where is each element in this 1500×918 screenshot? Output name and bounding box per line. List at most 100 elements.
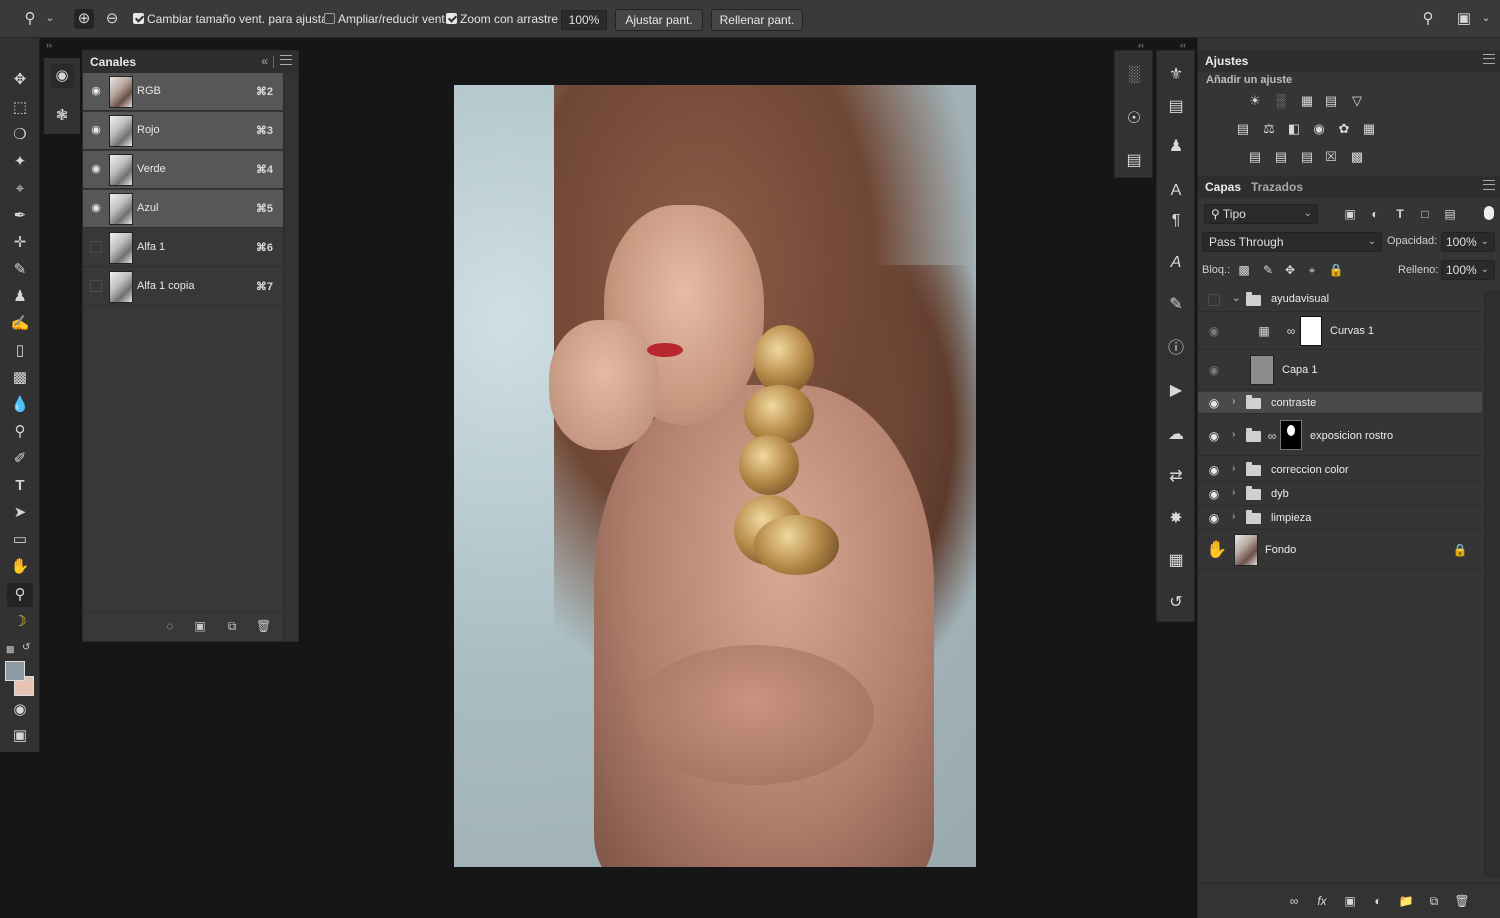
visibility-eye-icon[interactable]: ◉ [1206,487,1222,501]
posterize-icon[interactable]: ▤ [1272,149,1290,165]
libraries-icon[interactable]: ☁ [1164,423,1188,447]
layer-row-correccion-color[interactable]: ◉ › correccion color [1198,458,1482,482]
zoom-all-windows-checkbox[interactable] [324,13,335,24]
filter-smart-object-icon[interactable]: ▤ [1442,206,1458,222]
brush-tool-icon[interactable]: ✎ [7,258,33,282]
dock-collapse-icon[interactable]: ‹‹ [1138,40,1144,50]
screen-mode-icon[interactable]: ▣ [7,724,33,748]
black-white-icon[interactable]: ◧ [1285,121,1303,137]
zoom-percent-field[interactable]: 100% [561,10,607,30]
layer-row-curvas1[interactable]: ◉ ▦ ∞ Curvas 1 [1198,312,1482,350]
crop-tool-icon[interactable]: ⌖ [7,177,33,201]
banana-icon[interactable]: ☽ [7,610,33,634]
workspace-chevron-icon[interactable]: ⌄ [1476,9,1496,29]
visibility-eye-icon[interactable]: ◉ [89,162,103,176]
swap-colors-icon[interactable]: ↺ [22,642,30,653]
brush-settings-icon[interactable]: ❃ [50,104,74,128]
layer-row-capa1[interactable]: ◉ Capa 1 [1198,350,1482,390]
lock-transparent-icon[interactable]: ▩ [1236,262,1252,278]
chevron-right-icon[interactable]: › [1232,429,1235,440]
dodge-tool-icon[interactable]: ⚲ [7,420,33,444]
tab-layers[interactable]: Capas [1205,180,1241,194]
new-layer-icon[interactable]: ⧉ [1426,893,1442,909]
link-layers-icon[interactable]: ∞ [1286,893,1302,909]
brightness-contrast-icon[interactable]: ☀ [1246,93,1264,109]
chevron-right-icon[interactable]: › [1232,463,1235,474]
channel-row-red[interactable]: ◉ Rojo ⌘3 [83,112,283,150]
filter-type-icon[interactable]: T [1392,206,1408,222]
channel-row-alpha1[interactable]: Alfa 1 ⌘6 [83,229,283,267]
history-icon[interactable]: ↺ [1164,591,1188,615]
channel-row-rgb[interactable]: ◉ RGB ⌘2 [83,73,283,111]
document-canvas-image[interactable] [454,85,976,867]
dock-collapse-icon-2[interactable]: ‹‹ [1180,40,1186,50]
visibility-eye-icon[interactable]: ◉ [1206,324,1222,338]
workspace-icon[interactable]: ▣ [1454,9,1474,29]
save-selection-icon[interactable]: ▣ [193,619,207,633]
threshold-icon[interactable]: ▤ [1298,149,1316,165]
invert-icon[interactable]: ▤ [1246,149,1264,165]
gradient-map-icon[interactable]: ▩ [1348,149,1366,165]
chevron-right-icon[interactable]: › [1232,511,1235,522]
tool-presets-icon[interactable]: ▤ [1164,95,1188,119]
curves-icon[interactable]: ▦ [1298,93,1316,109]
visibility-eye-icon[interactable]: ◉ [1206,396,1222,410]
layer-filter-dropdown[interactable]: ⚲ Tipo ⌄ [1204,204,1318,224]
character-icon[interactable]: A [1164,179,1188,203]
new-adjustment-icon[interactable]: ◐ [1370,893,1386,909]
timeline-icon[interactable]: ⇄ [1164,465,1188,489]
panel-menu-icon[interactable] [1483,54,1495,64]
path-selection-icon[interactable]: ➤ [7,501,33,525]
lock-position-icon[interactable]: ✥ [1282,262,1298,278]
layer-row-contraste[interactable]: ◉ › contraste [1198,392,1482,414]
chevron-right-icon[interactable]: › [1232,396,1235,407]
channel-row-alpha1-copy[interactable]: Alfa 1 copia ⌘7 [83,268,283,306]
paths-icon[interactable]: ✎ [1164,293,1188,317]
eyedropper-icon[interactable]: ✒ [7,204,33,228]
visibility-toggle[interactable] [90,280,102,292]
play-actions-icon[interactable]: ▶ [1164,379,1188,403]
3d-icon[interactable]: ✸ [1164,507,1188,531]
filter-pixel-icon[interactable]: ▣ [1342,206,1358,222]
zoom-tool-preset-icon[interactable]: ⚲ [20,9,40,29]
fit-screen-button[interactable]: Ajustar pant. [615,9,703,31]
panel-expand-icon[interactable]: ›› [46,40,52,50]
exposure-icon[interactable]: ▤ [1322,93,1340,109]
channel-mixer-icon[interactable]: ✿ [1335,121,1353,137]
chevron-down-icon[interactable]: ⌄ [1232,293,1240,304]
filter-toggle[interactable] [1484,206,1494,220]
delete-layer-icon[interactable]: 🗑 [1454,893,1470,909]
layer-row-dyb[interactable]: ◉ › dyb [1198,482,1482,506]
magic-wand-icon[interactable]: ✦ [7,150,33,174]
visibility-eye-icon[interactable]: ◉ [1206,463,1222,477]
paragraph-icon[interactable]: ¶ [1164,209,1188,233]
zoom-in-icon[interactable]: ⊕ [74,9,94,29]
layer-row-limpieza[interactable]: ◉ › limpieza [1198,506,1482,530]
swatches-icon[interactable]: ▦ [1164,549,1188,573]
fill-screen-button[interactable]: Rellenar pant. [711,9,803,31]
load-selection-icon[interactable]: ◌ [163,619,177,633]
visibility-toggle[interactable] [90,241,102,253]
visibility-eye-icon[interactable]: ◉ [1206,363,1222,377]
pen-tool-icon[interactable]: ✐ [7,447,33,471]
rectangle-tool-icon[interactable]: ▭ [7,528,33,552]
blend-mode-dropdown[interactable]: Pass Through ⌄ [1202,232,1382,252]
zoom-out-icon[interactable]: ⊖ [102,9,122,29]
visibility-eye-icon[interactable]: ◉ [1206,429,1222,443]
color-balance-icon[interactable]: ⚖ [1260,121,1278,137]
channels-scrollbar[interactable] [283,73,298,641]
default-colors-icon[interactable]: ▩ [6,644,15,655]
new-group-icon[interactable]: 📁 [1398,893,1414,909]
blur-tool-icon[interactable]: 💧 [7,393,33,417]
lasso-tool-icon[interactable]: ❍ [7,123,33,147]
clone-stamp-icon[interactable]: ♟ [7,285,33,309]
search-icon[interactable]: ⚲ [1418,9,1438,29]
color-lookup-icon[interactable]: ▦ [1360,121,1378,137]
channel-row-green[interactable]: ◉ Verde ⌘4 [83,151,283,189]
visibility-eye-icon[interactable]: ◉ [89,123,103,137]
layers-scrollbar[interactable] [1484,290,1500,878]
fill-field[interactable]: 100% ⌄ [1441,260,1495,280]
selective-color-icon[interactable]: ☒ [1322,149,1340,165]
navigator-icon[interactable]: ☉ [1122,107,1146,131]
vibrance-icon[interactable]: ▽ [1348,93,1366,109]
